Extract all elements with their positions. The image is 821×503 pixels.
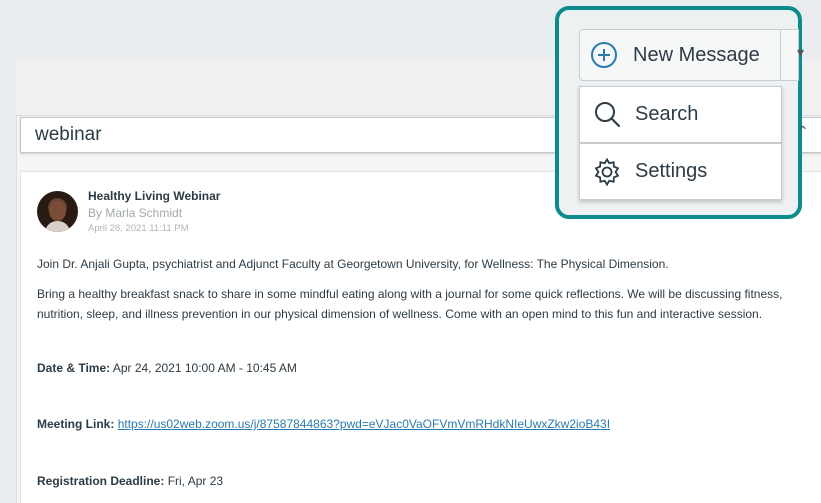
menu-item-search[interactable]: Search xyxy=(579,86,782,143)
meeting-link[interactable]: https://us02web.zoom.us/j/87587844863?pw… xyxy=(118,417,610,431)
search-icon xyxy=(595,101,621,127)
new-message-label: New Message xyxy=(633,43,760,66)
message-card[interactable] xyxy=(20,171,821,503)
date-time-row: Date & Time: Apr 24, 2021 10:00 AM - 10:… xyxy=(37,358,807,378)
date-time-label: Date & Time: xyxy=(37,361,111,375)
meeting-link-row: Meeting Link: https://us02web.zoom.us/j/… xyxy=(37,414,807,434)
message-title: Healthy Living Webinar xyxy=(88,189,221,203)
menu-item-settings[interactable]: Settings xyxy=(579,143,782,200)
message-body: Bring a healthy breakfast snack to share… xyxy=(37,284,807,324)
menu-item-search-label: Search xyxy=(635,103,699,125)
meeting-link-label: Meeting Link: xyxy=(37,417,115,431)
date-time-value: Apr 24, 2021 10:00 AM - 10:45 AM xyxy=(110,361,297,375)
gear-icon xyxy=(594,157,620,186)
deadline-value: Fri, Apr 23 xyxy=(164,474,224,488)
body-line-2: nutrition, sleep, and illness prevention… xyxy=(37,307,763,321)
avatar xyxy=(37,191,78,232)
new-message-button[interactable]: New Message xyxy=(579,29,781,81)
scroll-arrow-icon: ⌃ xyxy=(797,123,809,139)
message-intro: Join Dr. Anjali Gupta, psychiatrist and … xyxy=(37,257,669,271)
chevron-down-icon: ▾ xyxy=(797,44,805,60)
message-date: April 28, 2021 11:11 PM xyxy=(88,223,189,234)
registration-deadline-row: Registration Deadline: Fri, Apr 23 xyxy=(37,471,807,491)
deadline-label: Registration Deadline: xyxy=(37,474,165,488)
plus-circle-icon xyxy=(591,42,617,68)
menu-item-settings-label: Settings xyxy=(635,160,708,182)
message-author: By Marla Schmidt xyxy=(88,206,183,220)
body-line-1: Bring a healthy breakfast snack to share… xyxy=(37,287,783,301)
